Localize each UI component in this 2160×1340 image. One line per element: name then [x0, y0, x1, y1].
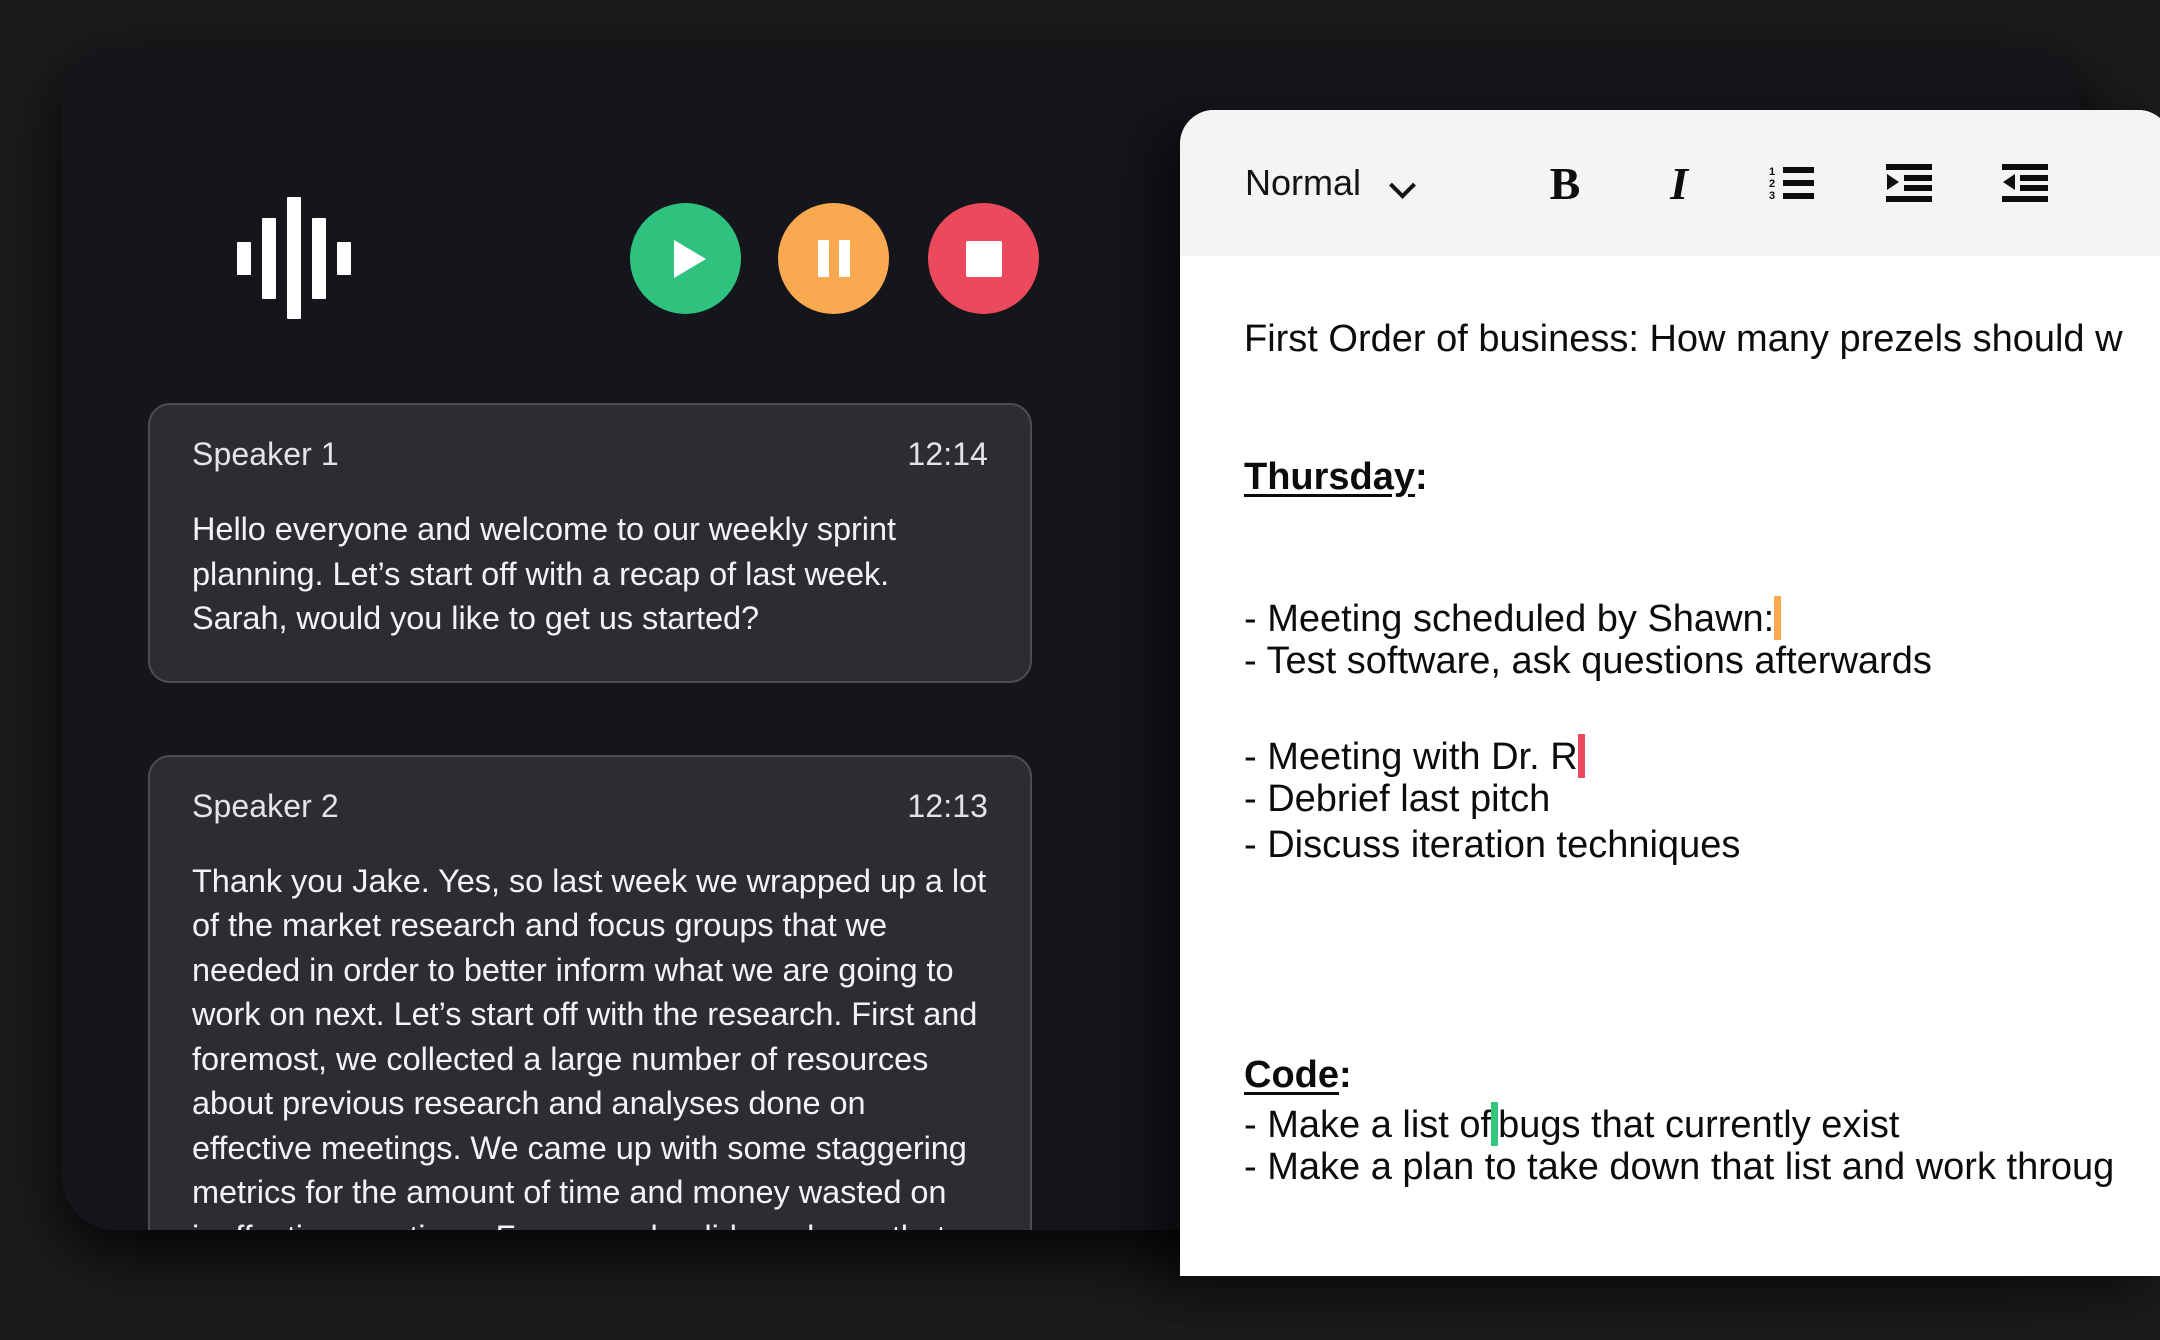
doc-heading-thursday-text: Thursday — [1244, 456, 1416, 498]
editor-toolbar: Normal B I 1 2 3 — [1180, 110, 2160, 256]
collaborator-caret-sarah — [1577, 734, 1585, 778]
indent-decrease-button[interactable] — [1988, 146, 2062, 220]
chevron-down-icon — [1391, 176, 1416, 190]
italic-button[interactable]: I — [1642, 146, 1716, 220]
audio-waveform-icon — [237, 197, 351, 319]
paragraph-style-value: Normal — [1245, 162, 1362, 203]
speaker-label: Speaker 2 — [192, 787, 339, 824]
doc-heading-code-text: Code — [1244, 1054, 1339, 1096]
app-window: Speaker 1 12:14 Hello everyone and welco… — [62, 48, 2160, 1276]
transcript-text: Hello everyone and welcome to our weekly… — [192, 511, 896, 637]
svg-text:2: 2 — [1769, 178, 1775, 190]
pause-button[interactable] — [778, 203, 889, 314]
timestamp: 12:13 — [907, 787, 988, 824]
doc-bullet-text: - Test software, ask questions afterward… — [1244, 640, 1932, 682]
timestamp: 12:14 — [907, 436, 988, 472]
doc-heading-thursday-colon: : — [1415, 456, 1428, 498]
svg-text:3: 3 — [1769, 190, 1775, 202]
document-content[interactable]: First Order of business: How many prezel… — [1180, 256, 2160, 1276]
doc-bullet-text-before: - Make a list of — [1244, 1104, 1492, 1146]
doc-heading-thursday: Thursday: — [1244, 458, 2160, 504]
transcript-entry-header: Speaker 2 12:13 — [192, 788, 988, 825]
indent-increase-button[interactable] — [1872, 146, 1946, 220]
doc-bullet: - Debrief last pitch — [1244, 780, 2160, 826]
transcript-entry[interactable]: Speaker 2 12:13 Thank you Jake. Yes, so … — [148, 754, 1032, 1230]
numbered-list-button[interactable]: 1 2 3 — [1756, 146, 1830, 220]
collaborator-caret-ryan — [1774, 596, 1782, 640]
indent-decrease-icon — [2002, 164, 2049, 202]
doc-bullet: - Discuss iteration techniques — [1244, 826, 2160, 872]
transcript-text: Thank you Jake. Yes, so last week we wra… — [192, 862, 987, 1230]
doc-bullet-text: - Meeting with Dr. R — [1244, 736, 1578, 778]
doc-bullet: - Test software, ask questions afterward… — [1244, 642, 2160, 688]
transcript-pane: Speaker 1 12:14 Hello everyone and welco… — [62, 48, 1118, 1230]
doc-bullet: - Meeting scheduled by Shawn: Ryan B — [1244, 596, 2160, 642]
recorder-header — [62, 48, 1118, 348]
collaborator-caret-jake — [1491, 1102, 1499, 1146]
doc-bullet-text: - Discuss iteration techniques — [1244, 824, 1741, 866]
doc-bullet-text: - Debrief last pitch — [1244, 778, 1551, 820]
doc-bullet: - Meeting with Dr. R Sarah K — [1244, 734, 2160, 780]
doc-bullet-text: - Make a plan to take down that list and… — [1244, 1146, 2115, 1188]
play-icon — [674, 239, 706, 278]
transcript-entry-header: Speaker 1 12:14 — [192, 436, 988, 473]
transcript-entry[interactable]: Speaker 1 12:14 Hello everyone and welco… — [148, 403, 1032, 683]
document-editor-panel: Normal B I 1 2 3 First Order of business… — [1180, 110, 2160, 1276]
transcript-list[interactable]: Speaker 1 12:14 Hello everyone and welco… — [62, 348, 1118, 1230]
doc-intro-text: First Order of business: How many prezel… — [1244, 318, 2123, 360]
doc-intro-line: First Order of business: How many prezel… — [1244, 320, 2160, 366]
paragraph-style-dropdown[interactable]: Normal — [1245, 162, 1416, 204]
stop-icon — [965, 240, 1002, 277]
doc-heading-code: Code: Jake H — [1244, 1056, 2160, 1102]
doc-heading-code-colon: : — [1339, 1054, 1352, 1096]
speaker-label: Speaker 1 — [192, 436, 339, 472]
indent-increase-icon — [1886, 164, 1933, 202]
numbered-list-icon: 1 2 3 — [1769, 166, 1815, 202]
bold-button[interactable]: B — [1528, 146, 1602, 220]
pause-icon — [817, 240, 850, 277]
doc-bullet-text-after: bugs that currently exist — [1498, 1104, 1900, 1146]
svg-text:1: 1 — [1769, 166, 1775, 178]
play-button[interactable] — [630, 203, 741, 314]
stop-button[interactable] — [928, 203, 1039, 314]
doc-bullet-text: - Meeting scheduled by Shawn: — [1244, 598, 1775, 640]
doc-bullet: - Make a plan to take down that list and… — [1244, 1148, 2160, 1194]
doc-bullet: - Make a list of bugs that currently exis… — [1244, 1102, 2160, 1148]
